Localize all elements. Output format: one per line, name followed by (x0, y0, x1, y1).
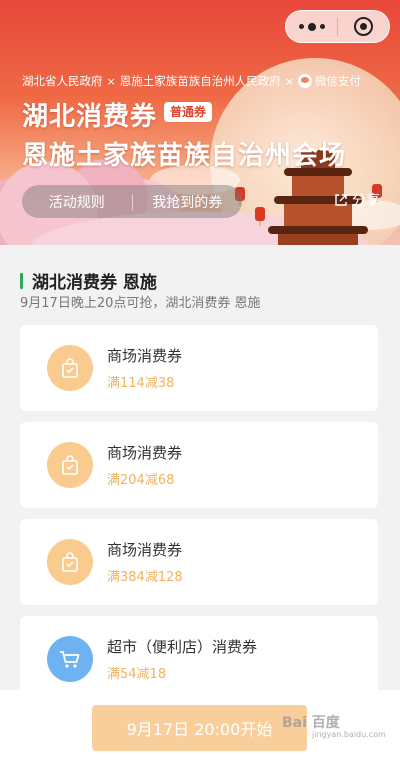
activity-rules-button[interactable]: 活动规则 (22, 192, 132, 212)
my-coupons-button[interactable]: 我抢到的券 (133, 192, 243, 212)
more-dots-icon[interactable] (286, 10, 337, 43)
baidu-watermark: Bai 百度 jingyan.baidu.com (282, 712, 386, 739)
separator: × (284, 74, 294, 88)
coupon-type-badge: 普通券 (164, 102, 213, 122)
sponsor-line: 湖北省人民政府 × 恩施土家族苗族自治州人民政府 × 微信支付 (22, 72, 392, 90)
share-icon (335, 194, 347, 206)
share-button[interactable]: 分享 (334, 190, 380, 210)
sponsor-wechat-pay: 微信支付 (314, 74, 361, 88)
coupon-condition: 满384减128 (107, 570, 183, 585)
watermark-text: Bai 百度 (282, 715, 340, 731)
coupon-card[interactable]: 商场消费券 满384减128 (20, 519, 378, 605)
banner-actions: 活动规则 我抢到的券 (22, 185, 242, 218)
shopping-bag-icon (47, 539, 93, 585)
section-accent-bar (20, 272, 23, 289)
page-subtitle-venue: 恩施土家族苗族自治州会场 (22, 141, 347, 171)
event-banner: 湖北省人民政府 × 恩施土家族苗族自治州人民政府 × 微信支付 湖北消费券 普通… (0, 0, 400, 245)
shopping-bag-icon (47, 442, 93, 488)
bottom-bar: 9月17日 20:00开始 Bai 百度 jingyan.baidu.com (0, 690, 400, 767)
page-title: 湖北消费券 (22, 102, 158, 132)
sponsor-hubei-gov: 湖北省人民政府 (22, 74, 103, 88)
shopping-bag-icon (47, 345, 93, 391)
coupon-card[interactable]: 商场消费券 满204减68 (20, 422, 378, 508)
watermark-subtext: jingyan.baidu.com (312, 730, 386, 739)
coupon-condition: 满114减38 (107, 376, 175, 391)
coupon-condition: 满204减68 (107, 473, 175, 488)
coupon-name: 商场消费券 (107, 541, 183, 559)
shopping-cart-icon (47, 636, 93, 682)
start-grab-button[interactable]: 9月17日 20:00开始 (92, 705, 307, 751)
coupon-condition: 满54减18 (107, 667, 167, 682)
section-title: 湖北消费券 恩施 (32, 273, 157, 293)
separator: × (106, 74, 116, 88)
coupon-name: 商场消费券 (107, 444, 183, 462)
sponsor-enshi-gov: 恩施土家族苗族自治州人民政府 (119, 74, 281, 88)
lantern-icon (255, 207, 265, 226)
miniprogram-capsule (285, 10, 390, 43)
wechat-pay-icon (297, 74, 312, 88)
coupon-card[interactable]: 商场消费券 满114减38 (20, 325, 378, 411)
share-label: 分享 (352, 193, 380, 209)
section-header: 湖北消费券 恩施 (20, 268, 157, 293)
target-close-icon[interactable] (338, 10, 389, 43)
section-subtitle: 9月17日晚上20点可抢，湖北消费券 恩施 (20, 296, 261, 311)
coupon-name: 商场消费券 (107, 347, 183, 365)
coupon-name: 超市（便利店）消费券 (107, 638, 258, 656)
